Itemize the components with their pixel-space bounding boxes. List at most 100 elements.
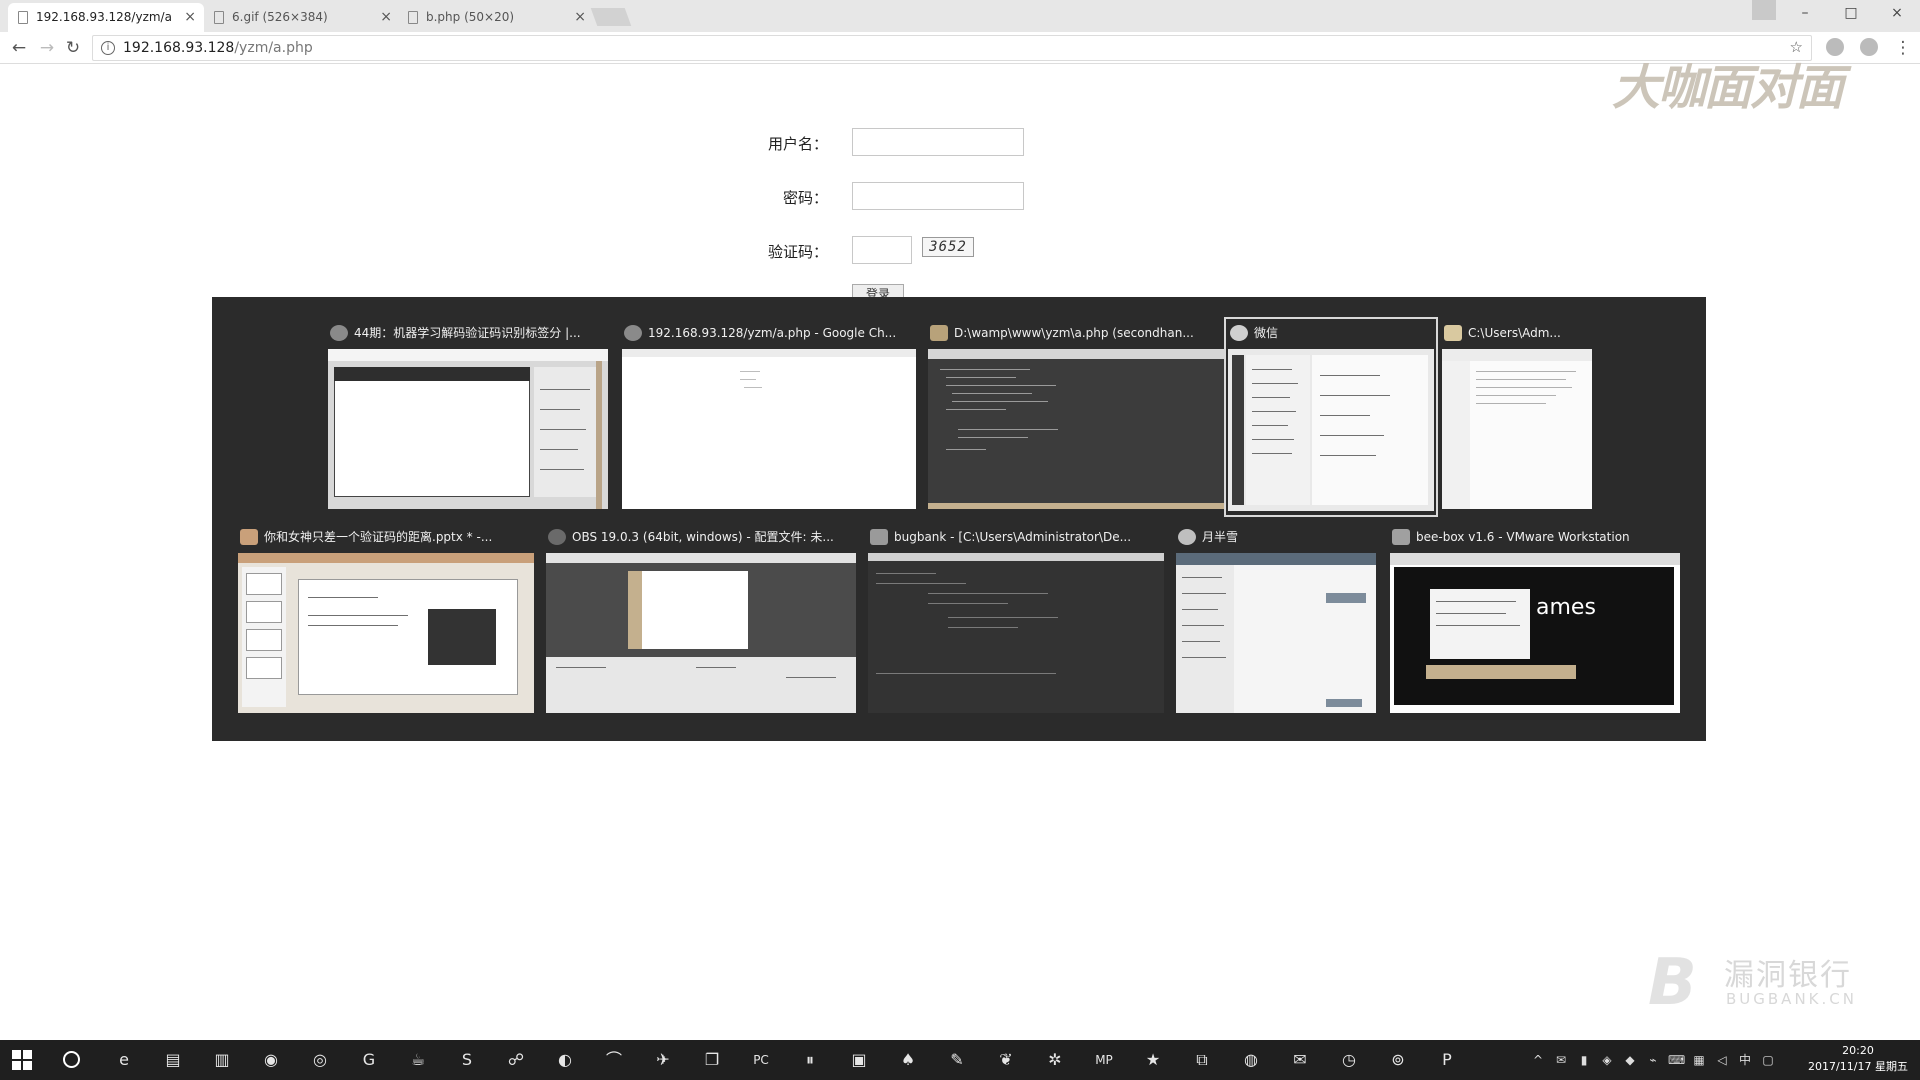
obs-icon[interactable]: ⊚	[1384, 1046, 1412, 1074]
new-tab-button[interactable]	[590, 8, 632, 26]
back-arrow-icon[interactable]: ←	[8, 37, 30, 59]
network-tray-icon[interactable]: ▦	[1691, 1052, 1707, 1068]
tab-b-php[interactable]: b.php (50×20) ×	[398, 3, 594, 32]
maximize-icon[interactable]: □	[1828, 0, 1874, 28]
window-thumbnail	[1176, 553, 1376, 713]
obs-pause-icon[interactable]: ⏸	[796, 1046, 824, 1074]
switcher-window-wechat[interactable]: 微信	[1224, 317, 1438, 517]
watermark-top: 大咖面对面	[1612, 60, 1844, 116]
wechat-tray-icon[interactable]: ✉	[1553, 1052, 1569, 1068]
bird-icon[interactable]: ✈	[649, 1046, 677, 1074]
password-input[interactable]	[852, 182, 1024, 210]
task-switcher: 44期：机器学习解码验证码识别标签分 |... 192.168.93.128/y…	[212, 297, 1706, 741]
edit-icon[interactable]: ✎	[943, 1046, 971, 1074]
network-icon[interactable]: ☍	[502, 1046, 530, 1074]
rainbow-icon[interactable]: ⌒	[600, 1046, 628, 1074]
window-thumbnail	[1442, 349, 1592, 509]
switcher-window-vmware[interactable]: bee-box v1.6 - VMware Workstation ames	[1390, 525, 1680, 715]
tab-close-icon[interactable]: ×	[380, 3, 392, 32]
pycharm-icon[interactable]: PC	[747, 1046, 775, 1074]
window-title: 44期：机器学习解码验证码识别标签分 |...	[354, 326, 581, 340]
tab-strip: 192.168.93.128/yzm/a × 6.gif (526×384) ×…	[0, 0, 1920, 32]
chrome-icon[interactable]: ◉	[257, 1046, 285, 1074]
minimize-icon[interactable]: –	[1782, 0, 1828, 28]
menu-dots-icon[interactable]: ⋮	[1892, 37, 1914, 59]
notepad-icon[interactable]: ▥	[208, 1046, 236, 1074]
forward-arrow-icon[interactable]: →	[36, 37, 58, 59]
window-thumbnail: ames	[1390, 553, 1680, 713]
chevron-up-icon[interactable]: ^	[1530, 1052, 1546, 1068]
username-input[interactable]	[852, 128, 1024, 156]
address-bar[interactable]: i 192.168.93.128/yzm/a.php ☆	[92, 35, 1812, 61]
window-thumbnail	[622, 349, 916, 509]
tab-close-icon[interactable]: ×	[574, 3, 586, 32]
tab-yzm-a[interactable]: 192.168.93.128/yzm/a ×	[8, 3, 204, 32]
switcher-window-bilibili[interactable]: 44期：机器学习解码验证码识别标签分 |...	[328, 321, 608, 511]
volume-icon[interactable]: ◁	[1714, 1052, 1730, 1068]
switcher-window-sublime[interactable]: D:\wamp\www\yzm\a.php (secondhan...	[928, 321, 1224, 511]
notification-icon[interactable]: ▢	[1760, 1052, 1776, 1068]
clock-date: 2017/11/17 星期五	[1808, 1060, 1908, 1073]
password-label: 密码：	[782, 189, 828, 207]
shield-icon[interactable]: ◈	[1599, 1052, 1615, 1068]
power-icon[interactable]: ◍	[1237, 1046, 1265, 1074]
taskbar-clock[interactable]: 20:20 2017/11/17 星期五	[1800, 1043, 1916, 1075]
battery-icon[interactable]: ▮	[1576, 1052, 1592, 1068]
windows-start-icon[interactable]	[12, 1050, 32, 1070]
monitor-icon[interactable]: ▣	[845, 1046, 873, 1074]
captcha-input[interactable]	[852, 236, 912, 264]
captcha-image: 3652	[922, 237, 974, 257]
window-thumbnail	[238, 553, 534, 713]
vmware-icon[interactable]: ⧉	[1188, 1046, 1216, 1074]
info-icon[interactable]: i	[101, 41, 115, 55]
window-thumbnail	[546, 553, 856, 713]
switcher-window-qq[interactable]: 月半雪	[1176, 525, 1376, 715]
switcher-window-powerpoint[interactable]: 你和女神只差一个验证码的距离.pptx * -...	[238, 525, 534, 715]
window-title: 你和女神只差一个验证码的距离.pptx * -...	[264, 530, 493, 544]
watermark-bottom-en: BUGBANK.CN	[1726, 990, 1857, 1008]
url-path: /yzm/a.php	[234, 40, 313, 56]
sublime-icon[interactable]: S	[453, 1046, 481, 1074]
usb-icon[interactable]: ⌁	[1645, 1052, 1661, 1068]
tab-title: 6.gif (526×384)	[232, 10, 328, 24]
window-title: OBS 19.0.3 (64bit, windows) - 配置文件: 未...	[572, 530, 834, 544]
search-icon[interactable]	[63, 1051, 80, 1068]
squirrel-icon[interactable]: ❦	[992, 1046, 1020, 1074]
close-window-icon[interactable]: ×	[1874, 0, 1920, 28]
captcha-label: 验证码：	[767, 243, 828, 261]
file-explorer-icon[interactable]: ▤	[159, 1046, 187, 1074]
star-icon[interactable]: ★	[1139, 1046, 1167, 1074]
url-text[interactable]: 192.168.93.128/yzm/a.php	[123, 36, 313, 60]
mp-icon[interactable]: MP	[1090, 1046, 1118, 1074]
firefox-icon[interactable]: ◐	[551, 1046, 579, 1074]
keyboard-icon[interactable]: ⌨	[1668, 1052, 1685, 1068]
window-title: 微信	[1254, 326, 1279, 340]
window-title: bugbank - [C:\Users\Administrator\De...	[894, 530, 1132, 544]
profile-icon[interactable]	[1752, 0, 1776, 20]
recorder-icon[interactable]: ◎	[306, 1046, 334, 1074]
rocket-icon[interactable]: ♠	[894, 1046, 922, 1074]
switcher-window-pycharm[interactable]: bugbank - [C:\Users\Administrator\De...	[868, 525, 1164, 715]
bug-icon[interactable]: ✲	[1041, 1046, 1069, 1074]
tab-close-icon[interactable]: ×	[184, 3, 196, 32]
clock-app-icon[interactable]: ◷	[1335, 1046, 1363, 1074]
shield-check-icon[interactable]: ◆	[1622, 1052, 1638, 1068]
bugbank-logo-icon: B	[1648, 946, 1697, 1020]
taskbar: e ▤ ▥ ◉ ◎ G ☕ S ☍ ◐ ⌒ ✈ ❐ PC ⏸ ▣ ♠ ✎ ❦ ✲ MP ★ ⧉ ◍ ✉ ◷ ⊚ P ^ ✉ ▮ ◈ ◆ ⌁ ⌨ ▦ ◁…	[0, 1040, 1920, 1080]
page-icon	[408, 11, 418, 24]
switcher-window-obs[interactable]: OBS 19.0.3 (64bit, windows) - 配置文件: 未...	[546, 525, 856, 715]
edge-icon[interactable]: e	[110, 1046, 138, 1074]
g-app-icon[interactable]: G	[355, 1046, 383, 1074]
reload-icon[interactable]: ↻	[62, 37, 84, 59]
extension-icon[interactable]	[1860, 38, 1878, 56]
tab-6-gif[interactable]: 6.gif (526×384) ×	[204, 3, 400, 32]
switcher-window-explorer[interactable]: C:\Users\Adm...	[1442, 321, 1592, 511]
powerpoint-icon[interactable]: P	[1433, 1046, 1461, 1074]
wechat-icon[interactable]: ✉	[1286, 1046, 1314, 1074]
windows-icon[interactable]: ❐	[698, 1046, 726, 1074]
switcher-window-chrome-yzm[interactable]: 192.168.93.128/yzm/a.php - Google Ch...	[622, 321, 916, 511]
window-thumbnail	[928, 349, 1224, 509]
ime-icon[interactable]: 中	[1737, 1052, 1753, 1068]
java-icon[interactable]: ☕	[404, 1046, 432, 1074]
watermark-bugbank: B 漏洞银行 BUGBANK.CN	[1648, 950, 1856, 1016]
